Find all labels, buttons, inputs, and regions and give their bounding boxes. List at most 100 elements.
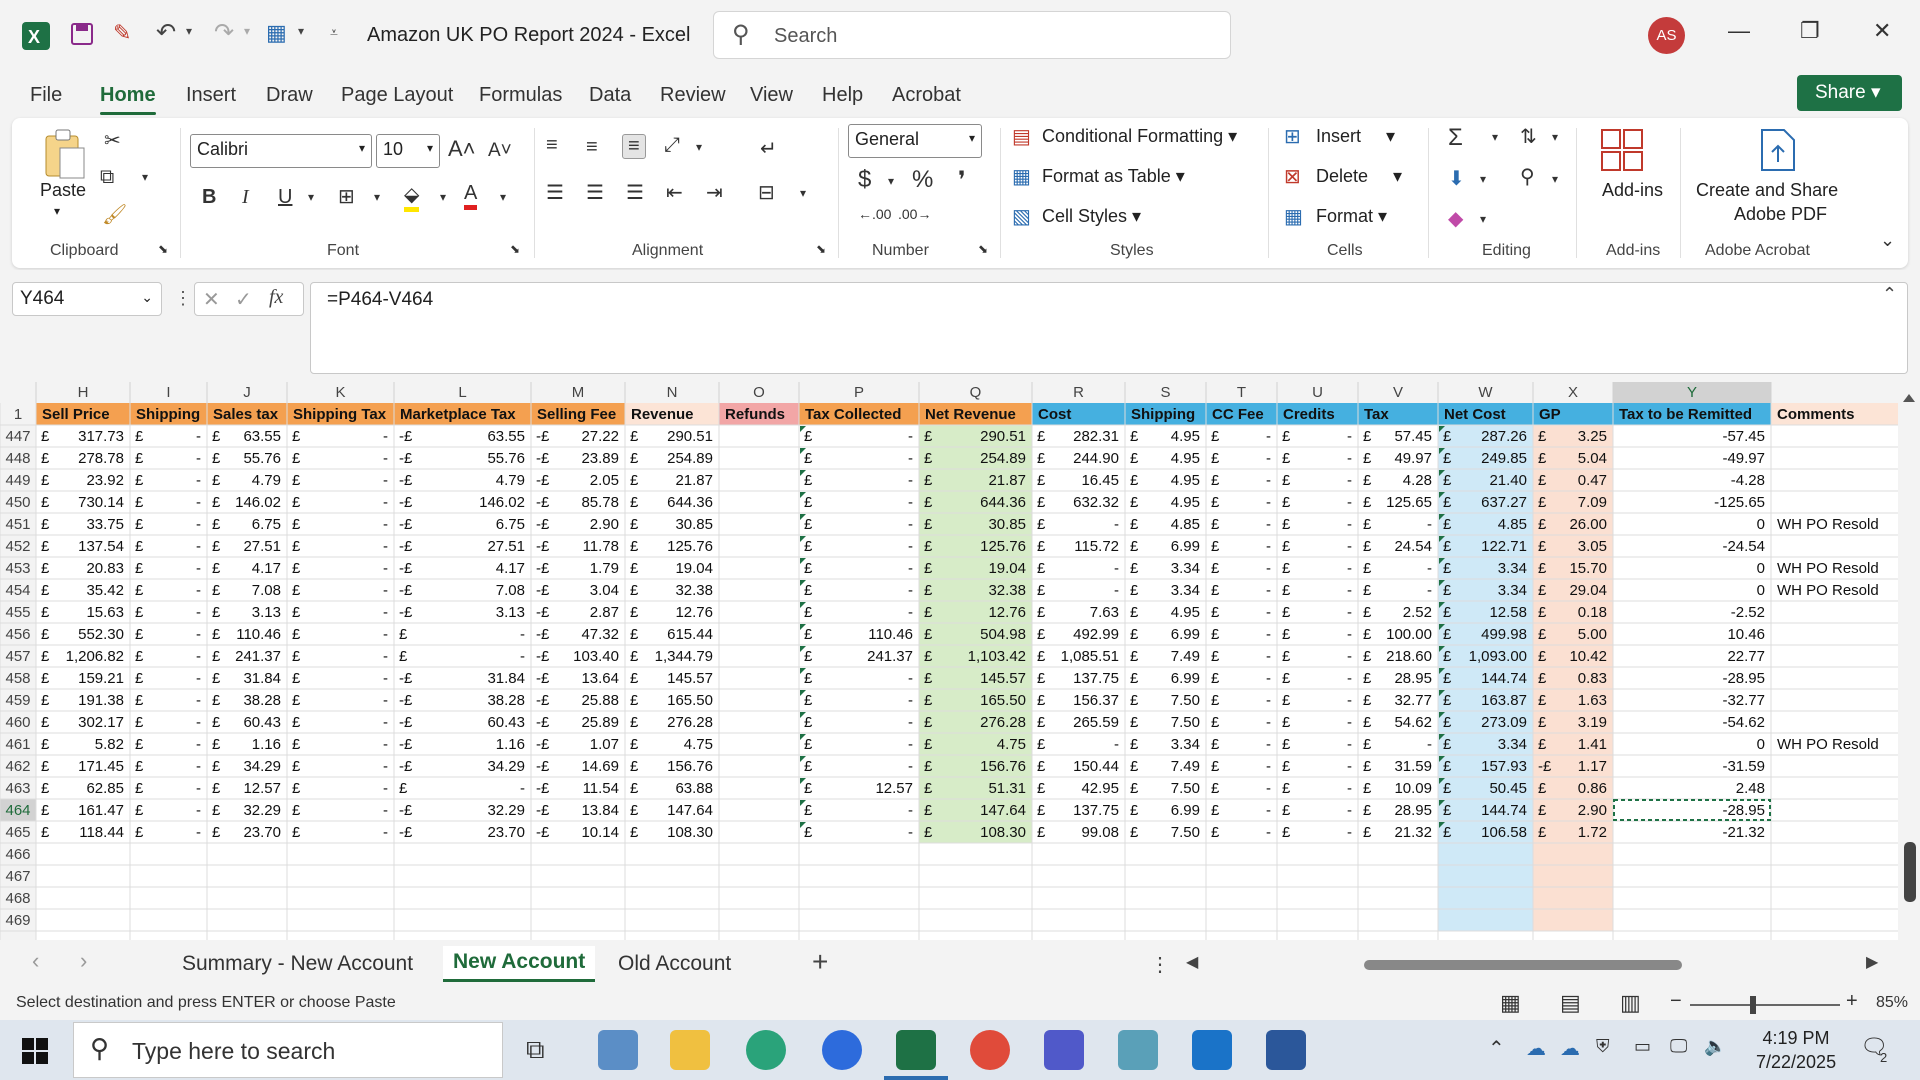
fill-color-icon[interactable]: ⬙ — [404, 182, 420, 212]
tab-file[interactable]: File — [30, 84, 62, 107]
more-icon[interactable]: ⋮ — [174, 288, 192, 309]
horizontal-scrollbar-thumb[interactable] — [1364, 960, 1682, 970]
cell-styles-button[interactable]: Cell Styles ▾ — [1042, 206, 1141, 227]
autosum-dropdown-icon[interactable]: ▾ — [1492, 130, 1498, 144]
align-center-icon[interactable]: ☰ — [586, 180, 604, 205]
increase-decimal-icon[interactable]: ←.00 — [858, 206, 891, 222]
ribbon-collapse-icon[interactable]: ⌄ — [1880, 230, 1895, 251]
windows-start-icon[interactable] — [22, 1038, 48, 1064]
conditional-formatting-icon[interactable]: ▤ — [1012, 124, 1031, 149]
add-sheet-icon[interactable]: + — [812, 946, 828, 978]
insert-cells-icon[interactable]: ⊞ — [1284, 124, 1301, 149]
insert-function-icon[interactable]: fx — [269, 286, 283, 309]
format-as-table-button[interactable]: Format as Table ▾ — [1042, 166, 1185, 187]
customize-qat-icon[interactable]: ⩡ — [330, 24, 338, 41]
format-painter-icon[interactable]: 🖌 — [102, 202, 127, 227]
align-middle-icon[interactable]: ≡ — [586, 136, 598, 159]
undo-dropdown-icon[interactable]: ▾ — [186, 24, 192, 38]
avatar[interactable]: AS — [1648, 17, 1685, 54]
alignment-launcher-icon[interactable]: ⬊ — [816, 242, 826, 256]
battery-icon[interactable]: ▭ — [1634, 1036, 1651, 1057]
conditional-formatting-button[interactable]: Conditional Formatting ▾ — [1042, 126, 1237, 147]
fill-dropdown-icon[interactable]: ▾ — [440, 190, 446, 204]
format-painter-icon[interactable]: ✎ — [113, 20, 131, 46]
add-ins-icon[interactable] — [1600, 128, 1646, 174]
fill-dropdown-icon[interactable]: ▾ — [1480, 172, 1486, 186]
borders-icon[interactable]: ⊞ — [338, 184, 355, 209]
increase-font-icon[interactable]: A˄ — [448, 136, 476, 162]
adobe-pdf-icon[interactable] — [1758, 128, 1798, 172]
task-view-icon[interactable]: ⧉ — [526, 1034, 545, 1066]
currency-icon[interactable]: $ — [858, 166, 871, 194]
cell-styles-icon[interactable]: ▧ — [1012, 204, 1031, 229]
formula-input[interactable]: =P464-V464 — [310, 282, 1908, 374]
find-dropdown-icon[interactable]: ▾ — [1552, 172, 1558, 186]
align-top-icon[interactable]: ≡ — [546, 134, 558, 157]
tab-insert[interactable]: Insert — [186, 84, 236, 107]
font-launcher-icon[interactable]: ⬊ — [510, 242, 520, 256]
decrease-font-icon[interactable]: A˅ — [488, 140, 512, 162]
underline-dropdown-icon[interactable]: ▾ — [308, 190, 314, 204]
align-right-icon[interactable]: ☰ — [626, 180, 644, 205]
app-icon[interactable] — [1118, 1030, 1158, 1070]
comma-style-icon[interactable]: ❜ — [958, 166, 966, 195]
onedrive-business-icon[interactable]: ☁ — [1560, 1036, 1580, 1061]
page-layout-view-icon[interactable]: ▤ — [1560, 990, 1581, 1016]
zoom-level[interactable]: 85% — [1876, 994, 1908, 1012]
copy-dropdown-icon[interactable]: ▾ — [142, 170, 148, 184]
scroll-right-icon[interactable]: ▶ — [1866, 952, 1878, 972]
spreadsheet-grid[interactable]: H I J K L M N O P Q R S T U V W X Y 1 Sell Price Shipping Sal… — [0, 382, 1920, 940]
grid-canvas[interactable]: H I J K L M N O P Q R S T U V W X Y 1 Sell Price Shipping Sal… — [0, 382, 1920, 940]
save-icon[interactable] — [70, 22, 94, 46]
sort-dropdown-icon[interactable]: ▾ — [1552, 130, 1558, 144]
sheet-tab-summary[interactable]: Summary - New Account — [182, 952, 413, 976]
wrap-text-icon[interactable]: ↵ — [760, 136, 777, 161]
tray-expand-icon[interactable]: ⌃ — [1488, 1036, 1505, 1061]
tab-acrobat[interactable]: Acrobat — [892, 84, 961, 107]
clear-dropdown-icon[interactable]: ▾ — [1480, 212, 1486, 226]
next-sheet-icon[interactable]: › — [80, 948, 87, 974]
tab-view[interactable]: View — [750, 84, 793, 107]
clear-icon[interactable]: ◆ — [1448, 206, 1463, 231]
vertical-scrollbar-thumb[interactable] — [1904, 842, 1916, 902]
sheet-options-icon[interactable]: ⋮ — [1150, 952, 1170, 977]
merge-center-icon[interactable]: ⊟ — [758, 180, 775, 205]
sheet-tab-new-account[interactable]: New Account — [443, 946, 596, 982]
insert-cells-button[interactable]: Insert ▾ — [1316, 126, 1395, 147]
close-icon[interactable]: ✕ — [1873, 18, 1891, 44]
paste-dropdown-icon[interactable]: ▾ — [54, 204, 60, 218]
sort-filter-icon[interactable]: ⇅ — [1520, 124, 1537, 149]
tab-home[interactable]: Home — [100, 84, 156, 115]
italic-icon[interactable]: I — [242, 186, 249, 209]
chrome-browser-icon[interactable] — [970, 1030, 1010, 1070]
zoom-slider[interactable] — [1690, 1004, 1840, 1006]
increase-indent-icon[interactable]: ⇥ — [706, 180, 723, 205]
file-explorer-icon[interactable] — [670, 1030, 710, 1070]
network-icon[interactable]: 🖵 — [1670, 1036, 1687, 1057]
table-icon[interactable]: ▦ — [266, 20, 287, 46]
onedrive-icon[interactable]: ☁ — [1526, 1036, 1546, 1061]
orientation-dropdown-icon[interactable]: ▾ — [696, 140, 702, 154]
format-cells-button[interactable]: Format ▾ — [1316, 206, 1387, 227]
normal-view-icon[interactable]: ▦ — [1500, 990, 1521, 1016]
number-format-select[interactable]: General ▾ — [848, 124, 982, 158]
taskbar-search[interactable]: ⚲ Type here to search — [73, 1022, 503, 1078]
scroll-left-icon[interactable]: ◀ — [1186, 952, 1198, 972]
collapse-formula-icon[interactable]: ⌃ — [1882, 284, 1897, 305]
cancel-icon[interactable]: ✕ — [203, 287, 220, 312]
calculator-app-icon[interactable] — [598, 1030, 638, 1070]
zoom-slider-thumb[interactable] — [1750, 996, 1756, 1014]
clipboard-launcher-icon[interactable]: ⬊ — [158, 242, 168, 256]
teams-app-icon[interactable] — [1044, 1030, 1084, 1070]
orientation-icon[interactable]: ⤢ — [664, 134, 680, 157]
copy-icon[interactable]: ⧉ — [100, 166, 114, 189]
redo-dropdown-icon[interactable]: ▾ — [244, 24, 250, 38]
decrease-decimal-icon[interactable]: .00→ — [898, 206, 931, 222]
create-share-label[interactable]: Create and Share — [1696, 180, 1838, 201]
tab-help[interactable]: Help — [822, 84, 863, 107]
qat-dropdown-icon[interactable]: ▾ — [298, 24, 304, 38]
search-box[interactable]: ⚲ Search — [713, 11, 1231, 59]
autosum-icon[interactable]: Σ — [1448, 124, 1463, 152]
page-break-view-icon[interactable]: ▥ — [1620, 990, 1641, 1016]
excel-taskbar-icon[interactable] — [896, 1030, 936, 1070]
